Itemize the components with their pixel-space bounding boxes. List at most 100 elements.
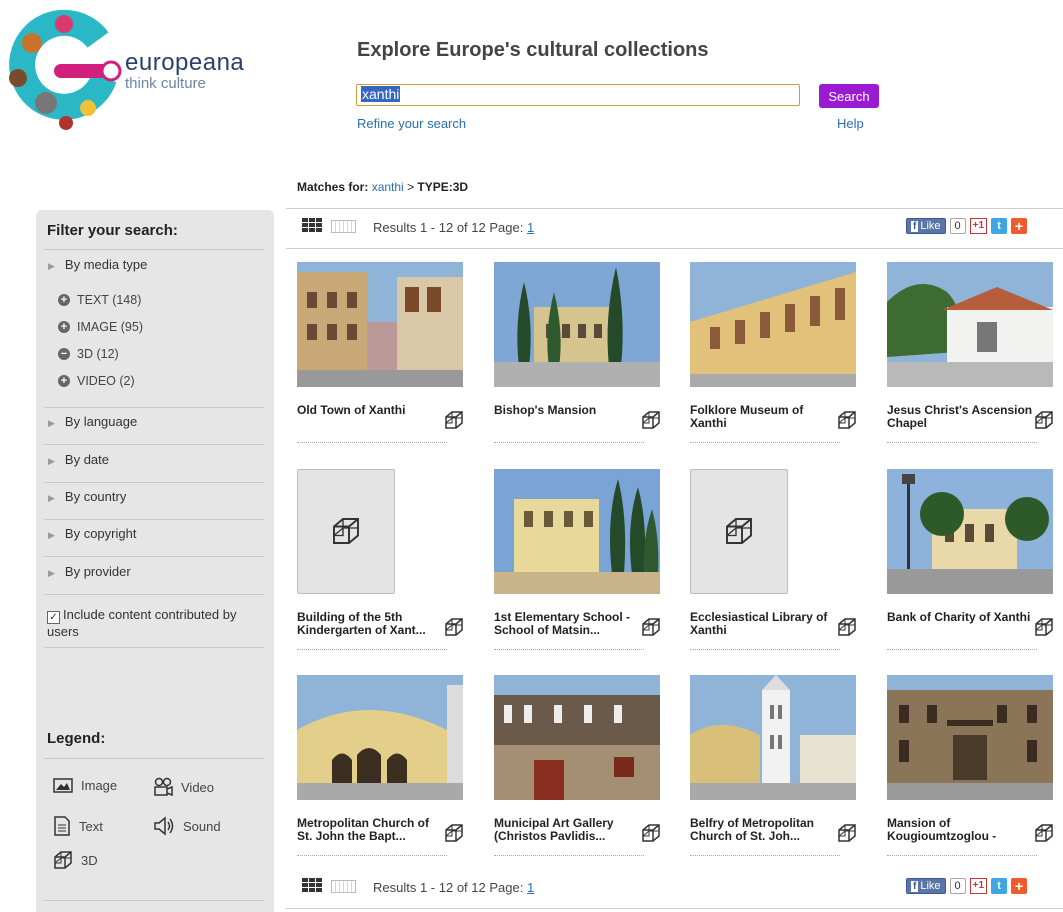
filter-provider[interactable]: ▶ By provider bbox=[48, 564, 131, 579]
result-title[interactable]: Belfry of Metropolitan Church of St. Joh… bbox=[690, 817, 840, 843]
include-user-content-checkbox[interactable]: ✓ Include content contributed by users bbox=[47, 607, 267, 639]
grid-view-icon[interactable] bbox=[302, 218, 322, 232]
facet-text[interactable]: + TEXT (148) bbox=[58, 293, 141, 307]
minus-icon: − bbox=[58, 348, 70, 360]
result-thumbnail[interactable] bbox=[297, 675, 463, 800]
facebook-like-button[interactable]: f Like bbox=[906, 878, 946, 894]
breadcrumb-query-link[interactable]: xanthi bbox=[372, 180, 404, 194]
result-title[interactable]: 1st Elementary School - School of Matsin… bbox=[494, 611, 644, 637]
divider bbox=[286, 208, 1063, 209]
result-thumbnail[interactable] bbox=[690, 675, 856, 800]
list-view-icon[interactable] bbox=[331, 220, 356, 233]
addthis-plus-icon[interactable]: + bbox=[1011, 878, 1028, 894]
legend-label: Text bbox=[79, 818, 103, 834]
thumbnail-image bbox=[887, 469, 1053, 594]
facet-video[interactable]: + VIDEO (2) bbox=[58, 374, 135, 388]
result-thumbnail[interactable] bbox=[887, 675, 1053, 800]
result-title[interactable]: Mansion of Kougioumtzoglou - bbox=[887, 817, 1037, 843]
cube-3d-icon bbox=[838, 618, 856, 636]
filter-media-type[interactable]: ▶ By media type bbox=[48, 257, 147, 272]
triangle-right-icon: ▶ bbox=[48, 261, 55, 271]
result-card[interactable]: Belfry of Metropolitan Church of St. Joh… bbox=[679, 675, 859, 870]
result-thumbnail[interactable] bbox=[494, 262, 660, 387]
search-button[interactable]: Search bbox=[819, 84, 879, 108]
result-card[interactable]: Old Town of Xanthi bbox=[286, 262, 466, 457]
result-thumbnail[interactable] bbox=[690, 262, 856, 387]
europeana-logo[interactable]: europeana think culture bbox=[6, 8, 256, 133]
result-thumbnail[interactable] bbox=[887, 469, 1053, 594]
result-card[interactable]: Folklore Museum of Xanthi bbox=[679, 262, 859, 457]
result-thumbnail[interactable] bbox=[494, 469, 660, 594]
result-card[interactable]: Bishop's Mansion bbox=[483, 262, 663, 457]
result-card[interactable]: Ecclesiastical Library of Xanthi bbox=[679, 469, 859, 664]
filter-label: By media type bbox=[64, 257, 148, 272]
filter-label: By language bbox=[64, 414, 138, 429]
list-view-icon[interactable] bbox=[331, 880, 356, 893]
result-thumbnail[interactable] bbox=[297, 262, 463, 387]
filter-heading: Filter your search: bbox=[47, 222, 178, 239]
filter-date[interactable]: ▶ By date bbox=[48, 452, 109, 467]
cube-3d-icon bbox=[445, 411, 463, 429]
result-title[interactable]: Building of the 5th Kindergarten of Xant… bbox=[297, 611, 447, 637]
page-link[interactable]: 1 bbox=[527, 220, 534, 235]
results-label: Results 1 - 12 of 12 Page: bbox=[373, 880, 524, 895]
divider bbox=[44, 900, 264, 901]
facet-label: TEXT (148) bbox=[77, 293, 142, 307]
result-thumbnail[interactable] bbox=[494, 675, 660, 800]
result-card[interactable]: Bank of Charity of Xanthi bbox=[876, 469, 1056, 664]
divider bbox=[286, 248, 1063, 249]
addthis-plus-icon[interactable]: + bbox=[1011, 218, 1028, 234]
filter-copyright[interactable]: ▶ By copyright bbox=[48, 526, 136, 541]
facebook-icon: f bbox=[911, 880, 919, 892]
cube-3d-icon bbox=[445, 824, 463, 842]
result-card[interactable]: 1st Elementary School - School of Matsin… bbox=[483, 469, 663, 664]
cube-3d-icon bbox=[642, 824, 660, 842]
result-title[interactable]: Metropolitan Church of St. John the Bapt… bbox=[297, 817, 447, 843]
plus-icon: + bbox=[58, 294, 70, 306]
result-title[interactable]: Old Town of Xanthi bbox=[297, 404, 447, 417]
result-thumbnail-placeholder[interactable] bbox=[690, 469, 788, 594]
cube-3d-icon bbox=[333, 518, 359, 544]
results-label: Results 1 - 12 of 12 Page: bbox=[373, 220, 524, 235]
divider bbox=[44, 482, 264, 483]
filter-language[interactable]: ▶ By language bbox=[48, 414, 137, 429]
dotted-divider bbox=[494, 855, 644, 856]
triangle-right-icon: ▶ bbox=[48, 418, 55, 428]
result-title[interactable]: Bank of Charity of Xanthi bbox=[887, 611, 1037, 624]
page-link[interactable]: 1 bbox=[527, 880, 534, 895]
facet-3d[interactable]: −3D (12) bbox=[58, 347, 119, 361]
search-input[interactable]: xanthi bbox=[356, 84, 800, 106]
result-card[interactable]: Building of the 5th Kindergarten of Xant… bbox=[286, 469, 466, 664]
dotted-divider bbox=[494, 442, 644, 443]
result-title[interactable]: Municipal Art Gallery (Christos Pavlidis… bbox=[494, 817, 644, 843]
refine-search-link[interactable]: Refine your search bbox=[357, 116, 466, 131]
result-card[interactable]: Metropolitan Church of St. John the Bapt… bbox=[286, 675, 466, 870]
result-thumbnail[interactable] bbox=[887, 262, 1053, 387]
video-icon bbox=[154, 777, 173, 797]
result-card[interactable]: Municipal Art Gallery (Christos Pavlidis… bbox=[483, 675, 663, 870]
twitter-icon[interactable]: t bbox=[991, 878, 1008, 894]
result-card[interactable]: Jesus Christ's Ascension Chapel bbox=[876, 262, 1056, 457]
thumbnail-image bbox=[690, 262, 856, 387]
result-title[interactable]: Jesus Christ's Ascension Chapel bbox=[887, 404, 1037, 430]
cube-3d-icon bbox=[1035, 618, 1053, 636]
google-plus-button[interactable]: +1 bbox=[969, 878, 988, 894]
filter-country[interactable]: ▶ By country bbox=[48, 489, 126, 504]
twitter-icon[interactable]: t bbox=[991, 218, 1008, 234]
triangle-right-icon: ▶ bbox=[48, 493, 55, 503]
help-link[interactable]: Help bbox=[837, 116, 864, 131]
facet-image[interactable]: + IMAGE (95) bbox=[58, 320, 143, 334]
result-thumbnail-placeholder[interactable] bbox=[297, 469, 395, 594]
plus-icon: + bbox=[58, 321, 70, 333]
result-title[interactable]: Folklore Museum of Xanthi bbox=[690, 404, 840, 430]
result-card[interactable]: Mansion of Kougioumtzoglou - bbox=[876, 675, 1056, 870]
brand-name: europeana bbox=[125, 49, 245, 76]
legend-label: 3D bbox=[81, 852, 98, 868]
result-title[interactable]: Ecclesiastical Library of Xanthi bbox=[690, 611, 840, 637]
social-share: f Like 0 +1 t + bbox=[906, 218, 1028, 234]
facebook-like-button[interactable]: f Like bbox=[906, 218, 946, 234]
google-plus-button[interactable]: +1 bbox=[969, 218, 988, 234]
dotted-divider bbox=[690, 649, 840, 650]
result-title[interactable]: Bishop's Mansion bbox=[494, 404, 644, 417]
grid-view-icon[interactable] bbox=[302, 878, 322, 892]
